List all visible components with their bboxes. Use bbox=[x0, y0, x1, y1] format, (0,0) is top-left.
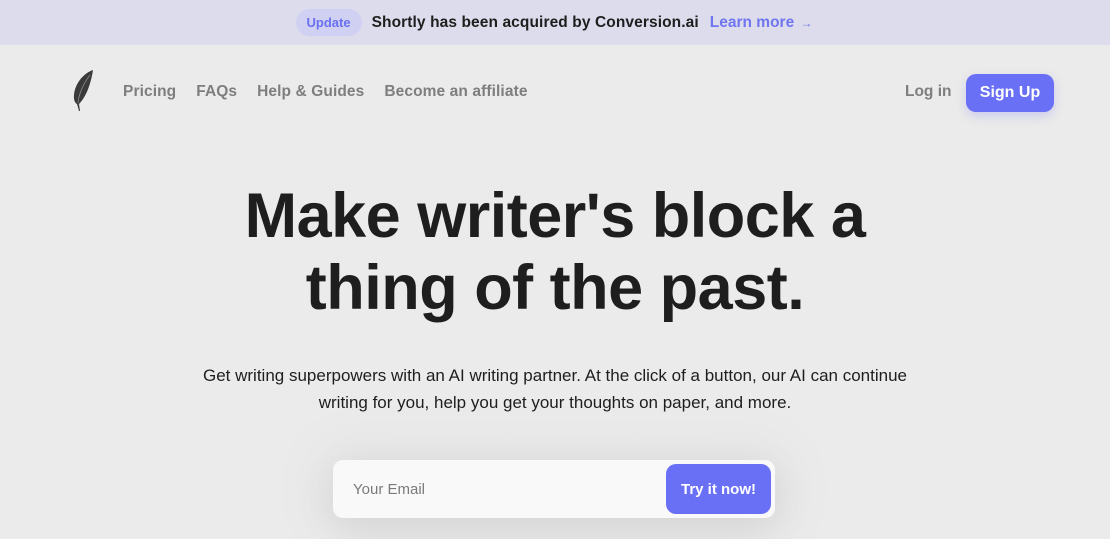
announcement-text: Shortly has been acquired by Conversion.… bbox=[371, 13, 699, 31]
announcement-content: Update Shortly has been acquired by Conv… bbox=[295, 9, 813, 36]
email-signup-form: Try it now! bbox=[333, 460, 775, 518]
arrow-right-icon: → bbox=[800, 15, 813, 30]
learn-more-label: Learn more bbox=[709, 13, 795, 31]
announcement-bar: Update Shortly has been acquired by Conv… bbox=[0, 0, 1110, 45]
email-input[interactable] bbox=[333, 460, 663, 518]
top-nav: Pricing FAQs Help & Guides Become an aff… bbox=[0, 45, 1110, 140]
signup-button[interactable]: Sign Up bbox=[966, 74, 1054, 112]
learn-more-link[interactable]: Learn more → bbox=[710, 14, 813, 32]
try-it-now-button[interactable]: Try it now! bbox=[666, 464, 771, 514]
hero-subtitle-line-2: writing for you, help you get your thoug… bbox=[318, 393, 792, 412]
feather-logo-icon[interactable] bbox=[72, 69, 96, 113]
update-badge: Update bbox=[295, 9, 362, 36]
nav-links: Pricing FAQs Help & Guides Become an aff… bbox=[123, 83, 548, 101]
hero-title-line-2: thing of the past. bbox=[305, 253, 805, 323]
login-link[interactable]: Log in bbox=[905, 83, 952, 101]
hero-title: Make writer's block a thing of the past. bbox=[0, 180, 1110, 324]
nav-link-pricing[interactable]: Pricing bbox=[123, 83, 176, 101]
nav-link-faqs[interactable]: FAQs bbox=[196, 83, 237, 101]
hero-subtitle-line-1: Get writing superpowers with an AI writi… bbox=[203, 366, 907, 385]
nav-link-affiliate[interactable]: Become an affiliate bbox=[384, 83, 527, 101]
hero-subtitle: Get writing superpowers with an AI writi… bbox=[170, 362, 940, 416]
nav-link-help-guides[interactable]: Help & Guides bbox=[257, 83, 364, 101]
hero-title-line-1: Make writer's block a bbox=[244, 181, 866, 251]
